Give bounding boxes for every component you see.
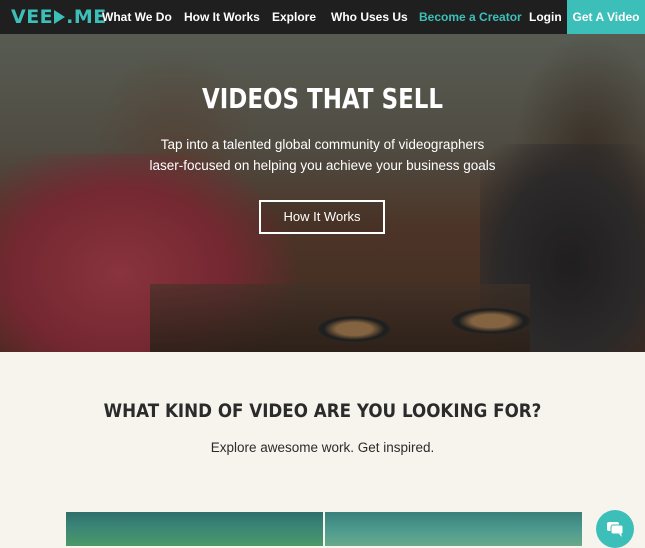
chat-bubble-icon[interactable] xyxy=(596,510,634,548)
hero-banner: VIDEOS THAT SELL Tap into a talented glo… xyxy=(0,34,645,352)
nav-item-explore[interactable]: Explore xyxy=(272,0,316,34)
get-a-video-button[interactable]: Get A Video xyxy=(567,0,645,34)
top-nav: VEE . ME What We Do How It Works Explore… xyxy=(0,0,645,34)
how-it-works-button[interactable]: How It Works xyxy=(259,200,385,234)
video-category-tile[interactable] xyxy=(325,512,582,546)
hero-title: VIDEOS THAT SELL xyxy=(201,82,444,115)
logo-text-left: VEE xyxy=(11,6,54,28)
logo[interactable]: VEE . ME xyxy=(11,6,107,28)
section-title: WHAT KIND OF VIDEO ARE YOU LOOKING FOR? xyxy=(103,400,542,422)
video-category-tile[interactable] xyxy=(66,512,323,546)
nav-item-how-it-works[interactable]: How It Works xyxy=(184,0,260,34)
play-triangle-icon xyxy=(54,10,66,24)
hero-subtitle: Tap into a talented global community of … xyxy=(149,137,496,173)
section-subtitle: Explore awesome work. Get inspired. xyxy=(210,440,435,455)
nav-item-login[interactable]: Login xyxy=(529,0,562,34)
nav-item-become-creator[interactable]: Become a Creator xyxy=(419,0,522,34)
nav-item-what-we-do[interactable]: What We Do xyxy=(102,0,172,34)
nav-item-who-uses-us[interactable]: Who Uses Us xyxy=(331,0,408,34)
